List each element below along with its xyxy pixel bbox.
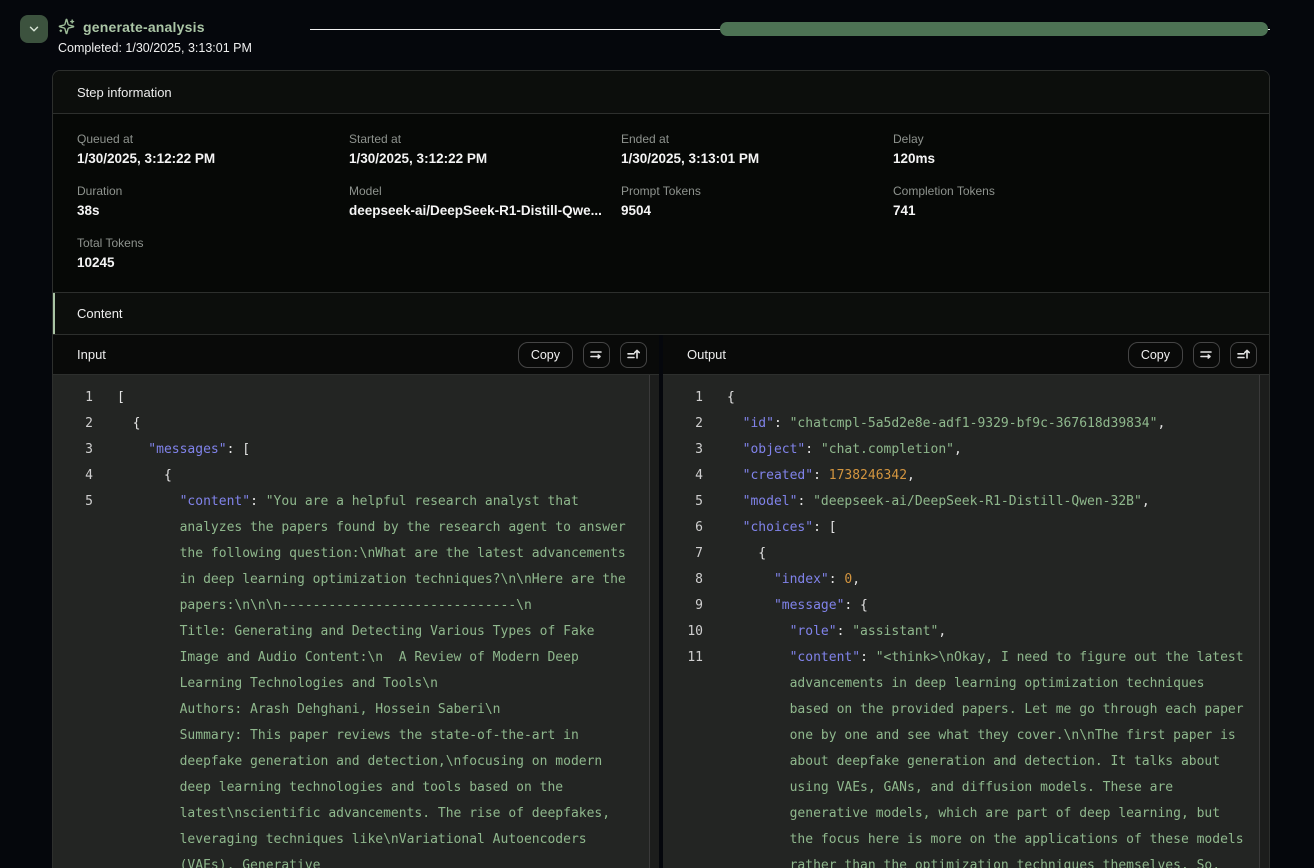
input-panel-actions: Copy [518,342,647,368]
line-number: 8 [663,567,703,593]
code-line: 5"content": "You are a helpful research … [53,489,659,868]
field-queued-at: Queued at 1/30/2025, 3:12:22 PM [77,132,349,166]
line-number: 1 [663,385,703,411]
line-number: 2 [663,411,703,437]
code-line: 9"message": { [663,593,1269,619]
code-line: 1{ [663,385,1269,411]
field-duration: Duration 38s [77,184,349,218]
line-number: 3 [53,437,93,463]
line-content: "content": "You are a helpful research a… [93,489,659,868]
line-content: "content": "<think>\nOkay, I need to fig… [703,645,1269,868]
field-ended-at: Ended at 1/30/2025, 3:13:01 PM [621,132,893,166]
collapse-button[interactable] [20,15,48,43]
code-line: 3"messages": [ [53,437,659,463]
wrap-text-icon [589,347,604,362]
line-content: "id": "chatcmpl-5a5d2e8e-adf1-9329-bf9c-… [703,411,1269,437]
step-information-section: Step information Queued at 1/30/2025, 3:… [53,71,1269,292]
line-number: 10 [663,619,703,645]
field-completion-tokens: Completion Tokens 741 [893,184,1165,218]
field-model: Model deepseek-ai/DeepSeek-R1-Distill-Qw… [349,184,621,218]
code-line: 8"index": 0, [663,567,1269,593]
line-number: 2 [53,411,93,437]
line-number: 11 [663,645,703,671]
output-code-editor[interactable]: 1{2"id": "chatcmpl-5a5d2e8e-adf1-9329-bf… [663,375,1269,868]
timeline [310,22,1270,36]
line-number: 5 [53,489,93,515]
wrap-text-icon [1199,347,1214,362]
field-prompt-tokens: Prompt Tokens 9504 [621,184,893,218]
code-line: 10"role": "assistant", [663,619,1269,645]
expand-up-icon [626,347,641,362]
output-panel: Output Copy 1{2"id": "chatcmpl-5a5d2e8e-… [663,335,1269,868]
line-number: 4 [663,463,703,489]
step-information-header: Step information [53,71,1269,114]
step-information-fields: Queued at 1/30/2025, 3:12:22 PM Started … [53,114,1269,292]
chevron-down-icon [27,22,41,36]
input-code-editor[interactable]: 1[2{3"messages": [4{5"content": "You are… [53,375,659,868]
copy-output-button[interactable]: Copy [1128,342,1183,368]
content-section-header[interactable]: Content [53,292,1269,335]
line-content: "message": { [703,593,1269,619]
content-panes: Input Copy 1[2{3"messages": [4{5"content… [53,335,1269,868]
line-content: "index": 0, [703,567,1269,593]
input-panel: Input Copy 1[2{3"messages": [4{5"content… [53,335,659,868]
expand-up-icon [1236,347,1251,362]
code-line: 4{ [53,463,659,489]
code-line: 1[ [53,385,659,411]
code-line: 2{ [53,411,659,437]
line-content: "model": "deepseek-ai/DeepSeek-R1-Distil… [703,489,1269,515]
line-content: { [703,541,1269,567]
run-details-page: generate-analysis Completed: 1/30/2025, … [0,0,1314,70]
field-delay: Delay 120ms [893,132,1165,166]
output-panel-actions: Copy [1128,342,1257,368]
line-number: 4 [53,463,93,489]
completed-timestamp: Completed: 1/30/2025, 3:13:01 PM [58,41,252,55]
wrap-text-button[interactable] [1193,342,1220,368]
field-started-at: Started at 1/30/2025, 3:12:22 PM [349,132,621,166]
line-content: "object": "chat.completion", [703,437,1269,463]
output-panel-header: Output Copy [663,335,1269,375]
line-content: "created": 1738246342, [703,463,1269,489]
step-heading: generate-analysis Completed: 1/30/2025, … [58,18,252,55]
code-line: 4"created": 1738246342, [663,463,1269,489]
code-line: 3"object": "chat.completion", [663,437,1269,463]
sparkles-icon [58,18,75,35]
line-content: { [93,411,659,437]
expand-button[interactable] [620,342,647,368]
content-section-title: Content [77,306,123,321]
copy-input-button[interactable]: Copy [518,342,573,368]
line-number: 7 [663,541,703,567]
details-card: Step information Queued at 1/30/2025, 3:… [52,70,1270,868]
line-content: "messages": [ [93,437,659,463]
line-content: "role": "assistant", [703,619,1269,645]
line-content: [ [93,385,659,411]
code-line: 7{ [663,541,1269,567]
step-title: generate-analysis [83,19,205,35]
line-number: 3 [663,437,703,463]
expand-button[interactable] [1230,342,1257,368]
timeline-duration-bar[interactable] [720,22,1268,36]
input-panel-header: Input Copy [53,335,659,375]
output-panel-title: Output [687,347,726,362]
step-header: generate-analysis Completed: 1/30/2025, … [0,0,1314,70]
wrap-text-button[interactable] [583,342,610,368]
step-information-title: Step information [77,85,172,100]
line-content: "choices": [ [703,515,1269,541]
line-number: 6 [663,515,703,541]
code-line: 5"model": "deepseek-ai/DeepSeek-R1-Disti… [663,489,1269,515]
code-line: 6"choices": [ [663,515,1269,541]
line-number: 1 [53,385,93,411]
input-panel-title: Input [77,347,106,362]
line-number: 9 [663,593,703,619]
line-content: { [93,463,659,489]
code-line: 2"id": "chatcmpl-5a5d2e8e-adf1-9329-bf9c… [663,411,1269,437]
line-number: 5 [663,489,703,515]
code-line: 11"content": "<think>\nOkay, I need to f… [663,645,1269,868]
field-total-tokens: Total Tokens 10245 [77,236,349,270]
line-content: { [703,385,1269,411]
